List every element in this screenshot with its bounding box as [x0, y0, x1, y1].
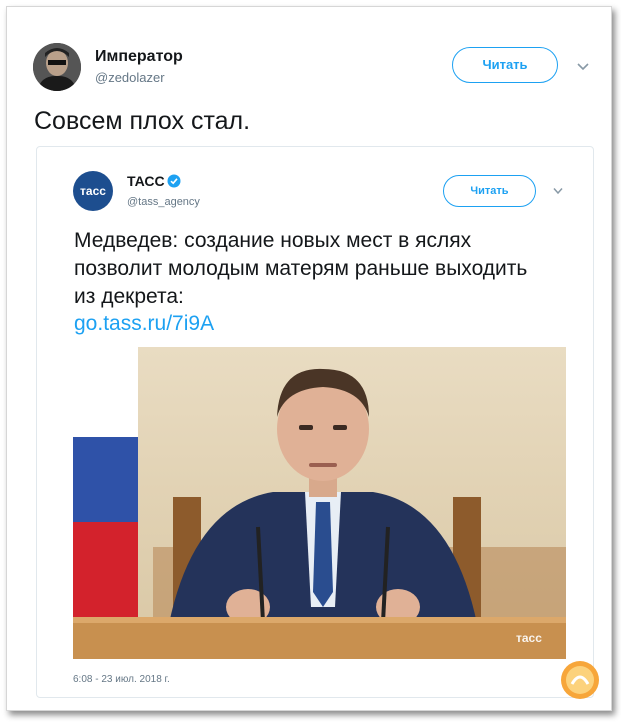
verified-badge-icon: [167, 174, 181, 188]
author-name[interactable]: Император: [95, 48, 183, 66]
quoted-text: Медведев: создание новых мест в яслях по…: [74, 229, 528, 308]
photo-illustration: [73, 347, 566, 659]
photo-watermark: тасс: [516, 631, 542, 645]
quoted-follow-button[interactable]: Читать: [443, 175, 536, 207]
tweet-card: Император @zedolazer Читать Совсем плох …: [6, 6, 612, 711]
tweet-text: Совсем плох стал.: [34, 107, 251, 135]
quoted-link[interactable]: go.tass.ru/7i9A: [74, 312, 214, 336]
author-handle[interactable]: @zedolazer: [95, 70, 165, 85]
quoted-author-name[interactable]: ТАСС: [127, 173, 165, 189]
site-logo-icon: [561, 661, 599, 699]
quoted-tweet[interactable]: тасс ТАСС @tass_agency Читать Медведев: …: [36, 146, 594, 698]
chevron-down-icon[interactable]: [552, 187, 564, 195]
quoted-photo[interactable]: тасс: [73, 347, 566, 659]
user-avatar[interactable]: [33, 43, 81, 91]
quoted-avatar[interactable]: тасс: [73, 171, 113, 211]
chevron-down-icon[interactable]: [576, 62, 590, 72]
quoted-author-handle[interactable]: @tass_agency: [127, 196, 200, 208]
quoted-timestamp[interactable]: 6:08 - 23 июл. 2018 г.: [73, 674, 170, 685]
follow-button[interactable]: Читать: [452, 47, 558, 83]
